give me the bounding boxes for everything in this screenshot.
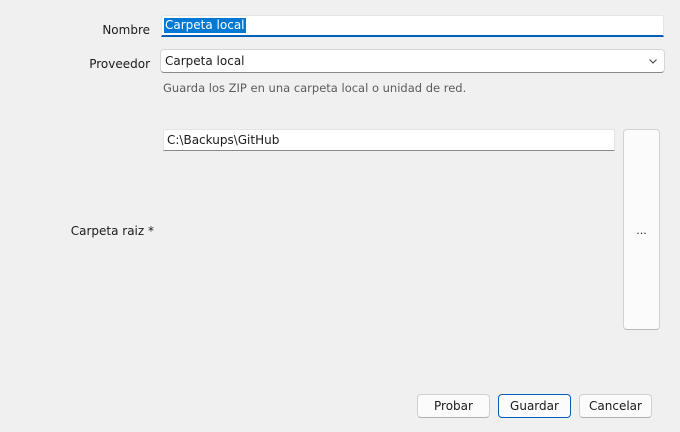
name-label: Nombre	[102, 23, 150, 37]
provider-label: Proveedor	[89, 57, 150, 71]
browse-folder-button[interactable]: ...	[623, 129, 660, 330]
provider-select[interactable]: Carpeta local	[160, 49, 665, 73]
cancel-button[interactable]: Cancelar	[579, 394, 652, 418]
name-field-value: Carpeta local	[164, 18, 246, 33]
root-folder-label: Carpeta raiz *	[70, 224, 154, 238]
root-folder-value: C:\Backups\GitHub	[167, 133, 280, 147]
settings-form: Nombre Carpeta local Proveedor Carpeta l…	[0, 0, 680, 432]
provider-select-value: Carpeta local	[165, 54, 245, 68]
provider-hint: Guarda los ZIP en una carpeta local o un…	[163, 81, 467, 95]
save-button[interactable]: Guardar	[498, 394, 571, 418]
name-field[interactable]: Carpeta local	[161, 15, 664, 37]
chevron-down-icon	[649, 59, 657, 64]
root-folder-input[interactable]: C:\Backups\GitHub	[163, 129, 615, 151]
test-button[interactable]: Probar	[417, 394, 490, 418]
